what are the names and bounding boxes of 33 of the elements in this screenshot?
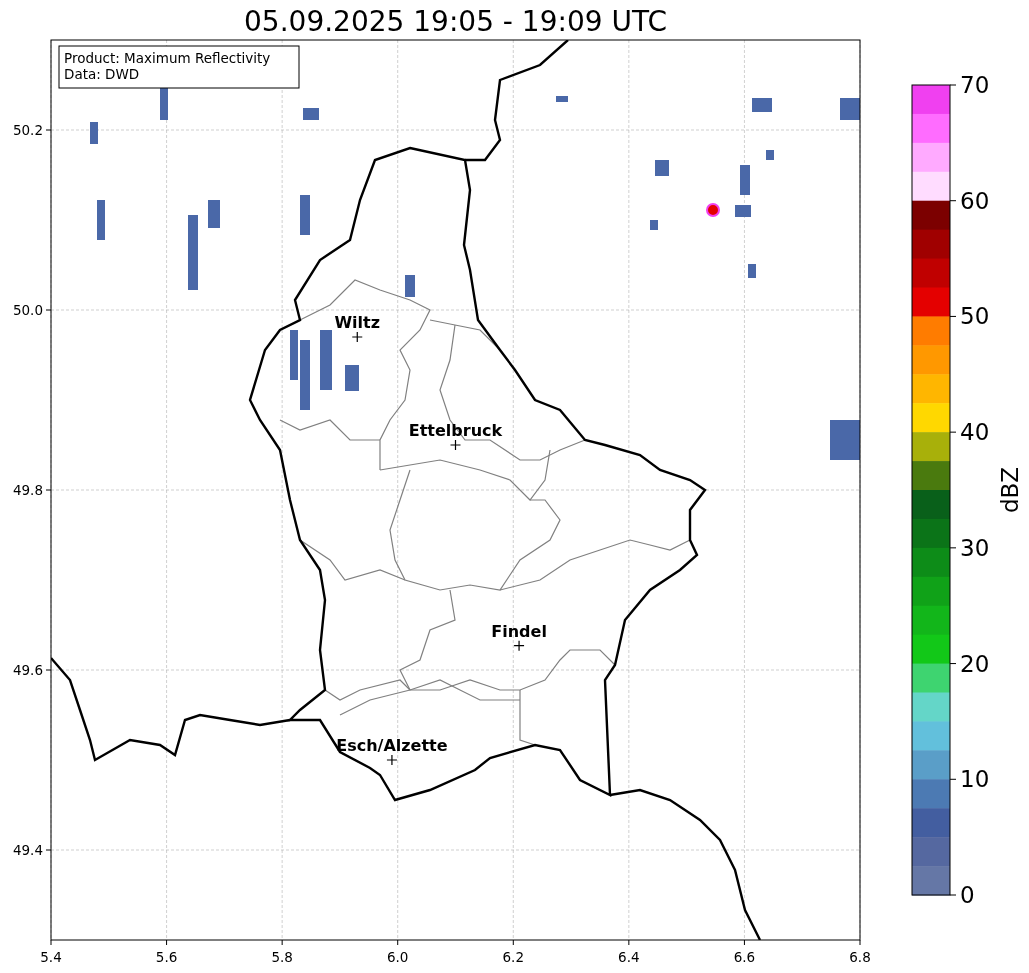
colorbar-tick-label: 40 <box>960 419 990 446</box>
colorbar-tick-label: 70 <box>960 72 990 98</box>
city-label: Esch/Alzette <box>336 736 448 755</box>
city-label: Findel <box>491 621 547 641</box>
city-label: Wiltz <box>334 313 381 332</box>
legend-text: Data: DWD <box>64 66 140 82</box>
tick-label: 6.2 <box>502 949 525 965</box>
colorbar-tick-label: 20 <box>960 650 990 677</box>
legend-text: Product: Maximum Reflectivity <box>64 50 271 66</box>
city-marker <box>386 754 398 766</box>
chart-title: 05.09.2025 19:05 - 19:09 UTC <box>244 5 667 38</box>
city-label: Ettelbruck <box>408 421 503 440</box>
tick-label: 50.0 <box>12 302 43 318</box>
city-marker <box>513 640 525 652</box>
colorbar-tick-label: 60 <box>960 187 990 214</box>
tick-label: 6.8 <box>849 949 871 965</box>
tick-label: 6.6 <box>733 949 756 965</box>
tick-label: 49.4 <box>12 842 43 858</box>
colorbar-tick-label: 0 <box>960 882 975 908</box>
colorbar-tick-label: 50 <box>960 303 990 330</box>
colorbar-tick-label: 10 <box>960 766 990 793</box>
tick-label: 5.8 <box>271 949 293 965</box>
city-marker <box>351 331 363 343</box>
colorbar-tick-label: 30 <box>960 534 990 561</box>
tick-label: 49.6 <box>12 662 43 678</box>
tick-label: 49.8 <box>12 482 43 498</box>
tick-label: 6.0 <box>386 949 409 965</box>
tick-label: 5.4 <box>40 949 62 965</box>
tick-label: 5.6 <box>155 949 178 965</box>
colorbar-label: dBZ <box>997 466 1023 514</box>
tick-label: 6.4 <box>618 949 640 965</box>
city-marker <box>449 439 462 451</box>
tick-label: 50.2 <box>12 122 43 138</box>
